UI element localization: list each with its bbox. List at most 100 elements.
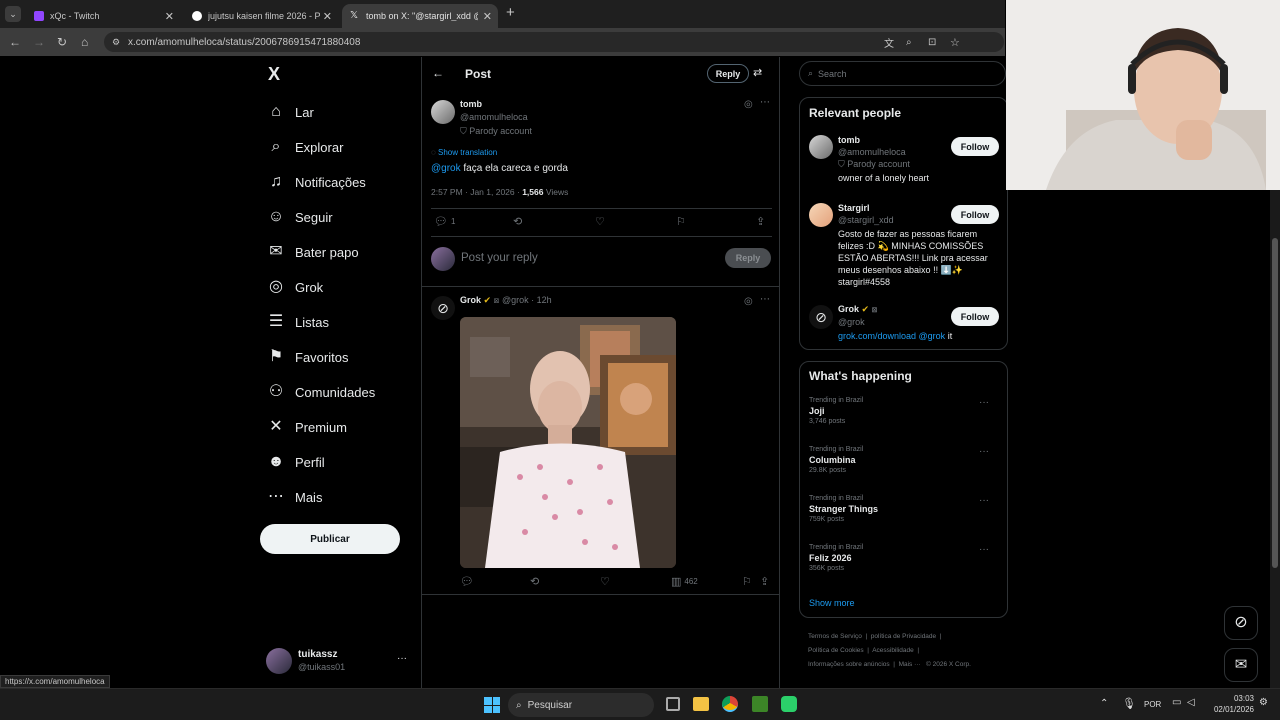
tab-twitch[interactable]: xQc - Twitch ✕ xyxy=(26,4,180,28)
site-info-icon[interactable]: ⚙ xyxy=(112,37,120,48)
sidebar-item-lar[interactable]: ⌂ Lar xyxy=(266,100,314,124)
tweet-more-icon[interactable]: ⋯ xyxy=(760,97,770,108)
trend-more-icon[interactable]: ··· xyxy=(979,397,989,408)
grok-name[interactable]: Grok xyxy=(460,295,481,305)
grok-icon[interactable]: ◎ xyxy=(744,296,753,307)
person-name[interactable]: tomb xyxy=(838,135,948,145)
reply-input[interactable]: Post your reply xyxy=(461,252,711,264)
tray-overflow-icon[interactable]: ⌃ xyxy=(1100,698,1108,709)
tweet-time[interactable]: 2:57 PM · Jan 1, 2026 · xyxy=(431,187,520,197)
grok-handle[interactable]: @grok · 12h xyxy=(502,295,552,305)
trend-more-icon[interactable]: ··· xyxy=(979,544,989,555)
sidebar-item-grok[interactable]: ◎ Grok xyxy=(266,275,323,299)
footer-link[interactable]: Política de Cookies xyxy=(808,647,864,654)
grok-avatar[interactable]: ⊘ xyxy=(431,296,455,320)
grok-generated-image[interactable] xyxy=(460,317,676,568)
avatar[interactable] xyxy=(809,135,833,159)
tab-google[interactable]: jujutsu kaisen filme 2026 - Pesq ✕ xyxy=(184,4,338,28)
scrollbar-thumb[interactable] xyxy=(1272,238,1278,568)
reply-action[interactable]: 💬︎ xyxy=(460,575,474,588)
filter-icon[interactable]: ⇄ xyxy=(753,66,762,79)
share-action[interactable]: ⇪ xyxy=(756,215,765,228)
x-logo[interactable]: X xyxy=(268,64,280,85)
trend-item[interactable]: Trending in Brazil Columbina 29.8K posts ··… xyxy=(809,446,999,476)
repost-action[interactable]: ⟲ xyxy=(530,575,539,588)
trend-item[interactable]: Trending in Brazil Joji 3,746 posts ··· xyxy=(809,397,999,427)
post-button[interactable]: Publicar xyxy=(260,524,400,554)
tweet-author-handle[interactable]: @amomulheloca xyxy=(460,112,528,122)
chrome-icon[interactable] xyxy=(722,696,738,712)
back-button[interactable]: ← xyxy=(432,66,444,80)
person-handle[interactable]: @amomulheloca xyxy=(838,147,948,157)
grok-avatar[interactable]: ⊘ xyxy=(809,305,833,329)
search-input[interactable]: ⌕ Search xyxy=(799,61,1006,86)
sidebar-item-explorar[interactable]: ⌕ Explorar xyxy=(266,135,344,159)
tweet-more-icon[interactable]: ⋯ xyxy=(760,294,770,305)
tab-x-post[interactable]: 𝕏 tomb on X: "@stargirl_xdd @g ✕ xyxy=(342,4,498,28)
bio-link[interactable]: grok.com/download @grok xyxy=(838,331,945,341)
forward-icon[interactable]: → xyxy=(33,34,45,50)
share-action[interactable]: ⇪ xyxy=(760,575,769,588)
avatar[interactable] xyxy=(809,203,833,227)
tweet-author-avatar[interactable] xyxy=(431,100,455,124)
notifications-icon[interactable]: ⚙ xyxy=(1259,697,1268,708)
address-bar[interactable]: ⚙ x.com/amomulheloca/status/200678691547… xyxy=(104,32,1004,52)
reload-icon[interactable]: ↻ xyxy=(57,34,67,50)
sidebar-item-perfil[interactable]: ☻ Perfil xyxy=(266,450,325,474)
sidebar-item-premium[interactable]: ✕ Premium xyxy=(266,415,347,439)
minecraft-icon[interactable] xyxy=(752,696,768,712)
sidebar-item-notificacoes[interactable]: ♫ Notificações xyxy=(266,170,366,194)
show-translation[interactable]: ◌ Show translation xyxy=(431,148,497,157)
bookmark-action[interactable]: ⚐ xyxy=(742,575,752,588)
reply-submit-button[interactable]: Reply xyxy=(725,248,771,268)
person-name[interactable]: Grok xyxy=(838,304,859,314)
sidebar-item-mais[interactable]: ⋯ Mais xyxy=(266,485,322,509)
mention-link[interactable]: @grok xyxy=(431,163,461,174)
home-icon[interactable]: ⌂ xyxy=(81,34,88,50)
reply-action[interactable]: 💬︎ 1 xyxy=(434,215,455,228)
follow-button[interactable]: Follow xyxy=(951,205,999,224)
footer-link[interactable]: política de Privacidade xyxy=(871,633,936,640)
clock[interactable]: 03:03 02/01/2026 xyxy=(1206,693,1254,715)
task-view-icon[interactable] xyxy=(666,697,680,711)
trend-item[interactable]: Trending in Brazil Stranger Things 759K po… xyxy=(809,495,999,525)
footer-link[interactable]: Acessibilidade xyxy=(872,647,914,654)
more-icon[interactable]: ··· xyxy=(397,653,407,664)
start-button[interactable] xyxy=(484,697,500,713)
tweet-author-name[interactable]: tomb xyxy=(460,99,482,109)
sidebar-item-bater-papo[interactable]: ✉ Bater papo xyxy=(266,240,358,264)
reply-header-button[interactable]: Reply xyxy=(707,64,749,83)
footer-link[interactable]: Termos de Serviço xyxy=(808,633,862,640)
microphone-icon[interactable]: 🎙︎ xyxy=(1122,697,1136,710)
file-explorer-icon[interactable] xyxy=(693,697,709,711)
install-icon[interactable]: ⊡ xyxy=(928,37,936,48)
account-switcher[interactable]: tuikassz @tuikass01 ··· xyxy=(266,648,414,676)
zoom-icon[interactable]: ⌕ xyxy=(906,37,912,48)
close-tab-icon[interactable]: ✕ xyxy=(323,10,332,23)
messages-floating-button[interactable]: ✉ xyxy=(1224,648,1258,682)
taskbar-search[interactable]: ⌕ Pesquisar xyxy=(508,693,654,717)
back-icon[interactable]: ← xyxy=(9,34,21,50)
grok-floating-button[interactable]: ⊘ xyxy=(1224,606,1258,640)
sidebar-item-listas[interactable]: ☰ Listas xyxy=(266,310,329,334)
trend-more-icon[interactable]: ··· xyxy=(979,446,989,457)
like-action[interactable]: ♡ xyxy=(595,215,605,228)
new-tab-button[interactable]: + xyxy=(506,4,515,21)
bookmark-star-icon[interactable]: ☆ xyxy=(950,36,960,49)
person-handle[interactable]: @grok xyxy=(838,317,948,327)
footer-link[interactable]: Informações sobre anúncios xyxy=(808,661,890,668)
trend-more-icon[interactable]: ··· xyxy=(979,495,989,506)
follow-button[interactable]: Follow xyxy=(951,137,999,156)
trend-item[interactable]: Trending in Brazil Feliz 2026 356K posts ··… xyxy=(809,544,999,574)
like-action[interactable]: ♡ xyxy=(600,575,610,588)
close-tab-icon[interactable]: ✕ xyxy=(483,10,492,23)
views-action[interactable]: ▥ 462 xyxy=(671,575,698,588)
repost-action[interactable]: ⟲ xyxy=(513,215,522,228)
grok-icon[interactable]: ◎ xyxy=(744,99,753,110)
volume-icon[interactable]: ◁ xyxy=(1187,697,1195,708)
network-icon[interactable]: ▭ xyxy=(1172,697,1181,708)
xbox-app-icon[interactable] xyxy=(781,696,797,712)
tab-search-dropdown[interactable]: ⌄ xyxy=(5,6,21,22)
sidebar-item-seguir[interactable]: ☺ Seguir xyxy=(266,205,333,229)
close-tab-icon[interactable]: ✕ xyxy=(165,10,174,23)
